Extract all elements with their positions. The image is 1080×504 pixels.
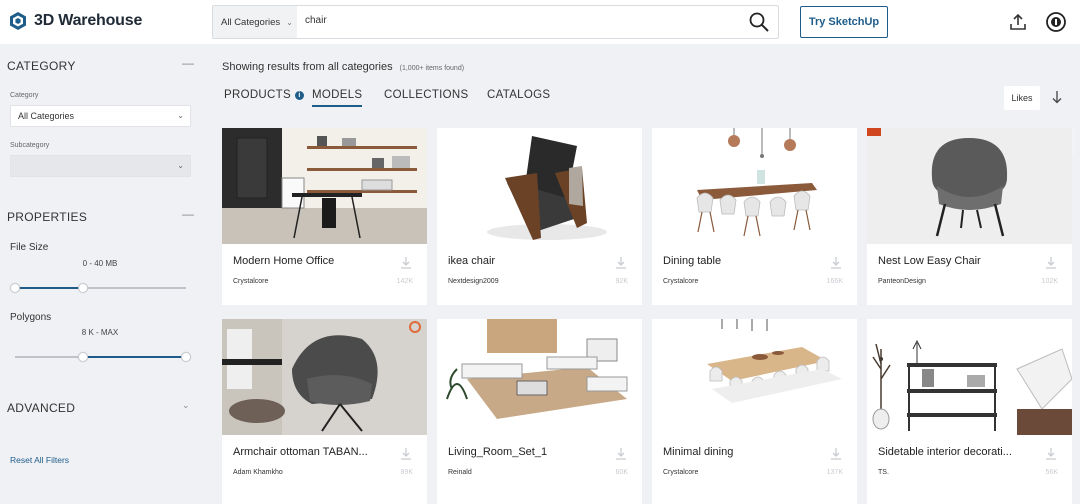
polygons-min-handle[interactable] xyxy=(78,352,89,362)
model-title[interactable]: Dining table xyxy=(663,255,818,267)
tab-catalogs[interactable]: CATALOGS xyxy=(487,89,550,101)
download-icon[interactable] xyxy=(829,256,843,270)
model-card[interactable]: Sidetable interior decorati... TS. 56K xyxy=(867,319,1072,504)
download-count: 166K xyxy=(826,278,843,285)
model-card[interactable]: Nest Low Easy Chair PanteonDesign 102K xyxy=(867,128,1072,305)
search-icon[interactable] xyxy=(748,11,770,33)
tab-collections[interactable]: COLLECTIONS xyxy=(384,89,468,101)
chevron-down-icon: ⌄ xyxy=(177,111,184,120)
collapse-icon[interactable]: — xyxy=(182,207,194,221)
model-thumbnail[interactable] xyxy=(222,128,427,244)
logo[interactable]: 3D Warehouse xyxy=(8,11,142,31)
subcategory-label: Subcategory xyxy=(10,142,50,149)
subcategory-select[interactable]: ⌄ xyxy=(10,155,191,177)
model-author[interactable]: Adam Khamkho xyxy=(233,469,283,476)
download-icon[interactable] xyxy=(614,256,628,270)
model-author[interactable]: Crystalcore xyxy=(663,278,698,285)
top-bar: 3D Warehouse All Categories ⌄ Try Sketch… xyxy=(0,0,1080,44)
results-count: (1,000+ items found) xyxy=(399,65,465,72)
model-thumbnail[interactable] xyxy=(652,319,857,435)
file-size-range: 0 - 40 MB xyxy=(82,259,118,268)
model-thumbnail[interactable] xyxy=(222,319,427,435)
file-size-slider-fill xyxy=(15,287,84,289)
model-card[interactable]: Living_Room_Set_1 Reinald 60K xyxy=(437,319,642,504)
filter-sidebar: CATEGORY — Category All Categories ⌄ Sub… xyxy=(0,44,200,504)
polygons-slider[interactable] xyxy=(15,352,191,362)
model-title[interactable]: Minimal dining xyxy=(663,446,818,458)
download-icon[interactable] xyxy=(1044,256,1058,270)
category-section-title[interactable]: CATEGORY xyxy=(7,59,76,73)
model-thumbnail[interactable] xyxy=(437,128,642,244)
tab-products-label: PRODUCTS xyxy=(224,89,291,101)
search-input[interactable] xyxy=(305,15,725,26)
model-author[interactable]: Reinald xyxy=(448,469,472,476)
advanced-section-title[interactable]: ADVANCED xyxy=(7,401,75,415)
model-title[interactable]: Modern Home Office xyxy=(233,255,388,267)
polygons-label: Polygons xyxy=(10,312,52,323)
model-thumbnail[interactable] xyxy=(437,319,642,435)
model-author[interactable]: Crystalcore xyxy=(663,469,698,476)
download-count: 142K xyxy=(396,278,413,285)
model-author[interactable]: TS. xyxy=(878,469,889,476)
file-size-label: File Size xyxy=(10,242,49,253)
try-sketchup-button[interactable]: Try SketchUp xyxy=(800,6,888,38)
model-title[interactable]: Sidetable interior decorati... xyxy=(878,446,1033,458)
polygons-range: 8 K - MAX xyxy=(81,328,119,337)
collapse-icon[interactable]: — xyxy=(182,56,194,70)
search-category-label: All Categories xyxy=(221,16,281,28)
account-icon[interactable] xyxy=(1045,11,1067,33)
sort-select[interactable]: Likes xyxy=(1004,86,1040,110)
category-select[interactable]: All Categories ⌄ xyxy=(10,105,191,127)
reset-filters-link[interactable]: Reset All Filters xyxy=(10,455,69,465)
file-size-slider[interactable] xyxy=(10,283,186,293)
chevron-down-icon: ⌄ xyxy=(177,161,184,170)
model-thumbnail[interactable] xyxy=(867,128,1072,244)
logo-text: 3D Warehouse xyxy=(34,12,143,29)
polygons-slider-fill xyxy=(83,356,186,358)
model-thumbnail[interactable] xyxy=(652,128,857,244)
model-author[interactable]: PanteonDesign xyxy=(878,278,926,285)
download-icon[interactable] xyxy=(1044,447,1058,461)
download-icon[interactable] xyxy=(614,447,628,461)
results-text: Showing results from all categories xyxy=(222,61,393,73)
tab-models[interactable]: MODELS xyxy=(312,89,363,107)
model-author[interactable]: Crystalcore xyxy=(233,278,268,285)
download-count: 102K xyxy=(1041,278,1058,285)
model-title[interactable]: Nest Low Easy Chair xyxy=(878,255,1033,267)
download-icon[interactable] xyxy=(399,447,413,461)
download-count: 137K xyxy=(826,469,843,476)
model-card[interactable]: Dining table Crystalcore 166K xyxy=(652,128,857,305)
sort-direction-icon[interactable] xyxy=(1050,89,1064,105)
model-title[interactable]: Living_Room_Set_1 xyxy=(448,446,603,458)
info-icon[interactable]: i xyxy=(294,91,304,100)
model-thumbnail[interactable] xyxy=(867,319,1072,435)
upload-icon[interactable] xyxy=(1008,12,1028,32)
model-title[interactable]: Armchair ottoman TABAN... xyxy=(233,446,388,458)
file-size-min-handle[interactable] xyxy=(10,283,20,293)
model-card[interactable]: ikea chair Nextdesign2009 92K xyxy=(437,128,642,305)
category-label: Category xyxy=(10,92,39,99)
properties-section-title[interactable]: PROPERTIES xyxy=(7,210,87,224)
search-category-select[interactable]: All Categories ⌄ xyxy=(213,6,297,38)
download-icon[interactable] xyxy=(399,256,413,270)
search-bar: All Categories ⌄ xyxy=(212,5,779,39)
download-count: 60K xyxy=(615,469,628,476)
download-icon[interactable] xyxy=(829,447,843,461)
model-author[interactable]: Nextdesign2009 xyxy=(448,278,499,285)
file-size-max-handle[interactable] xyxy=(78,283,89,293)
chevron-down-icon: ⌄ xyxy=(286,17,293,27)
model-card[interactable]: Armchair ottoman TABAN... Adam Khamkho 8… xyxy=(222,319,427,504)
chevron-down-icon[interactable]: ⌄ xyxy=(182,400,190,411)
model-title[interactable]: ikea chair xyxy=(448,255,603,267)
warehouse-logo-icon xyxy=(10,12,26,30)
download-count: 92K xyxy=(615,278,628,285)
download-count: 56K xyxy=(1045,469,1058,476)
tab-products[interactable]: PRODUCTS i xyxy=(224,89,304,101)
model-card[interactable]: Modern Home Office Crystalcore 142K xyxy=(222,128,427,305)
results-summary: Showing results from all categories (1,0… xyxy=(222,61,464,73)
category-select-value: All Categories xyxy=(18,111,75,121)
download-count: 89K xyxy=(400,469,413,476)
polygons-max-handle[interactable] xyxy=(181,352,191,362)
model-card[interactable]: Minimal dining Crystalcore 137K xyxy=(652,319,857,504)
